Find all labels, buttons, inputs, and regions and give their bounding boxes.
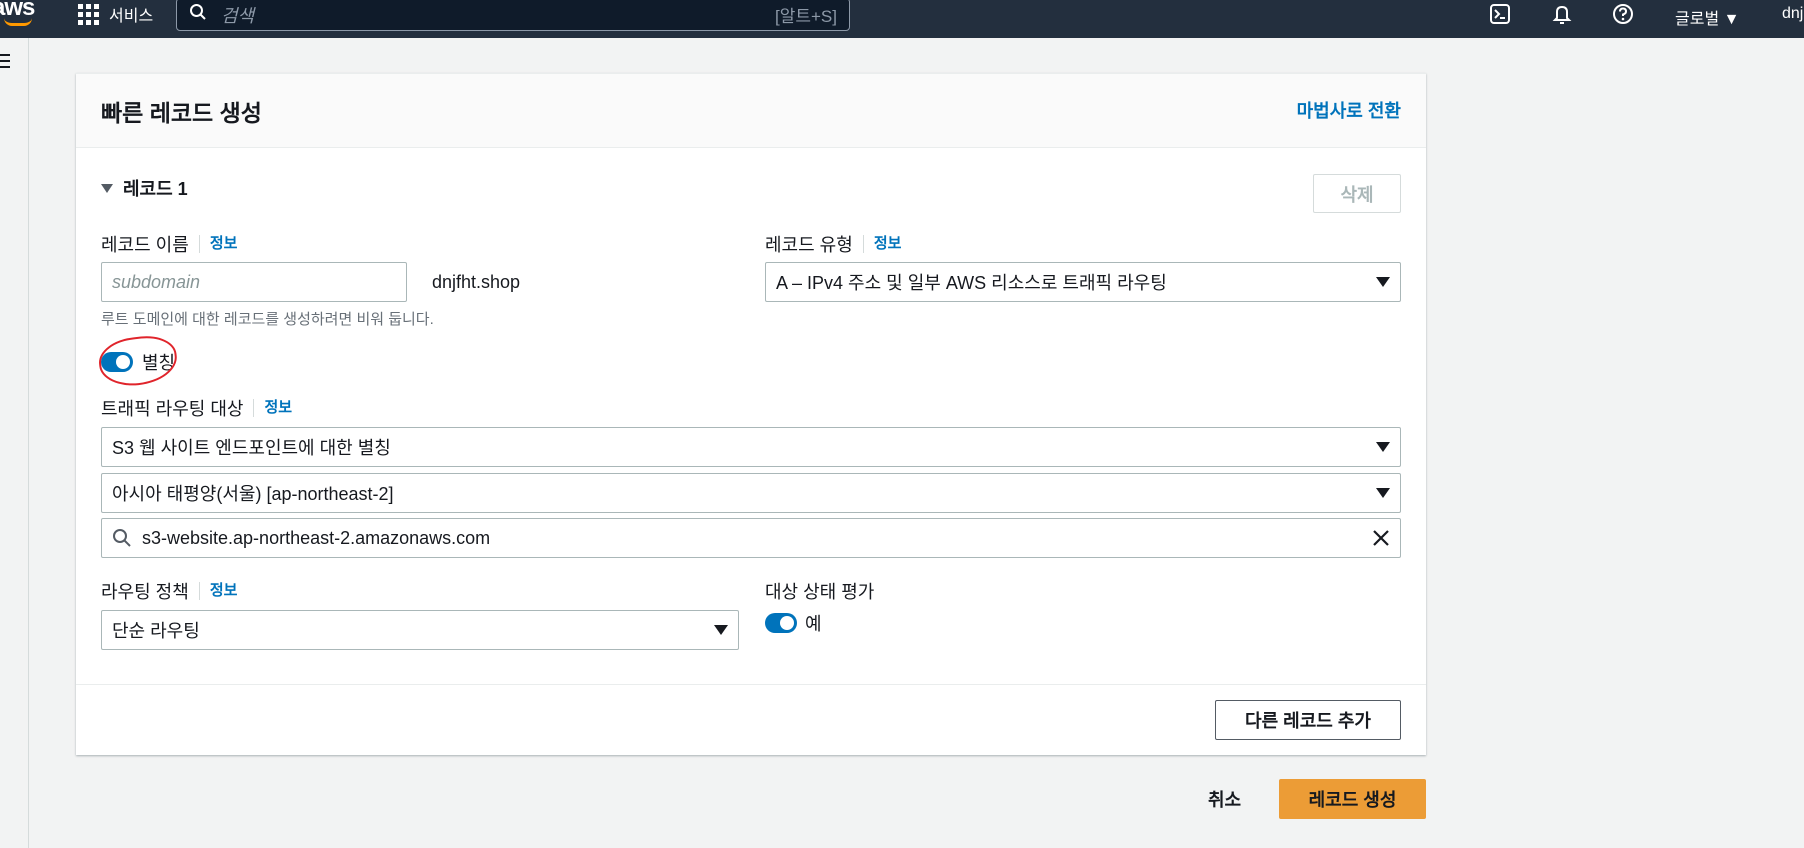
top-navigation: aws 서비스 검색 [알트+S] 글로벌 ▼ dnj [0, 0, 1804, 38]
chevron-down-icon [1376, 488, 1390, 498]
cloudshell-icon[interactable] [1488, 2, 1512, 26]
bell-icon[interactable] [1550, 2, 1574, 26]
endpoint-search-value: s3-website.ap-northeast-2.amazonaws.com [142, 527, 491, 548]
health-evaluation-toggle[interactable] [765, 613, 797, 633]
search-icon [189, 3, 207, 26]
routing-policy-select[interactable]: 단순 라우팅 [101, 610, 739, 650]
routing-policy-info-link[interactable]: 정보 [198, 582, 237, 600]
panel-header: 빠른 레코드 생성 마법사로 전환 [76, 74, 1426, 148]
routing-policy-value: 단순 라우팅 [112, 621, 200, 641]
record-name-info-link[interactable]: 정보 [198, 235, 237, 253]
record-name-hint: 루트 도메인에 대한 레코드를 생성하려면 비워 둡니다. [101, 311, 434, 328]
side-divider [28, 38, 29, 848]
record-type-select[interactable]: A – IPv4 주소 및 일부 AWS 리소스로 트래픽 라우팅 [765, 262, 1401, 302]
endpoint-type-select[interactable]: S3 웹 사이트 엔드포인트에 대한 별칭 [101, 427, 1401, 467]
record-type-value: A – IPv4 주소 및 일부 AWS 리소스로 트래픽 라우팅 [776, 273, 1167, 293]
search-placeholder: 검색 [221, 5, 255, 26]
traffic-target-info-link[interactable]: 정보 [253, 399, 292, 417]
record-type-label: 레코드 유형 정보 [765, 231, 901, 257]
endpoint-type-value: S3 웹 사이트 엔드포인트에 대한 별칭 [112, 438, 391, 458]
grid-icon [78, 3, 99, 25]
health-evaluation-label: 대상 상태 평가 [765, 582, 875, 602]
record-name-label-text: 레코드 이름 [101, 235, 189, 255]
chevron-down-icon [714, 625, 728, 635]
region-selector[interactable]: 글로벌 ▼ [1675, 5, 1739, 29]
record-name-input[interactable]: subdomain [101, 262, 407, 302]
search-shortcut: [알트+S] [775, 7, 837, 26]
record-name-label: 레코드 이름 정보 [101, 231, 237, 257]
delete-button[interactable]: 삭제 [1313, 174, 1401, 213]
panel-title: 빠른 레코드 생성 [101, 100, 262, 126]
help-icon[interactable] [1611, 2, 1635, 26]
menu-icon[interactable] [0, 54, 10, 72]
create-records-button[interactable]: 레코드 생성 [1279, 779, 1426, 819]
panel-divider [76, 684, 1426, 685]
chevron-down-icon [1376, 442, 1390, 452]
chevron-down-icon [1376, 277, 1390, 287]
record-type-info-link[interactable]: 정보 [862, 235, 901, 253]
routing-policy-label: 라우팅 정책 정보 [101, 578, 237, 604]
aws-logo-smile [4, 18, 32, 26]
region-value: 아시아 태평양(서울) [ap-northeast-2] [112, 484, 394, 504]
clear-icon[interactable] [1372, 529, 1390, 547]
cancel-button[interactable]: 취소 [1208, 786, 1241, 812]
health-evaluation-toggle-label: 예 [805, 614, 822, 634]
switch-to-wizard-link[interactable]: 마법사로 전환 [1297, 97, 1401, 123]
account-menu[interactable]: dnj [1782, 5, 1803, 23]
traffic-target-label: 트래픽 라우팅 대상 정보 [101, 395, 292, 421]
domain-suffix: dnjfht.shop [432, 272, 521, 292]
record-type-label-text: 레코드 유형 [765, 235, 853, 255]
region-select[interactable]: 아시아 태평양(서울) [ap-northeast-2] [101, 473, 1401, 513]
quick-create-record-panel: 빠른 레코드 생성 마법사로 전환 레코드 1 삭제 레코드 이름 정보 sub… [76, 73, 1426, 755]
services-menu-button[interactable]: 서비스 [78, 0, 153, 28]
record-1-expander[interactable]: 레코드 1 [101, 175, 188, 201]
services-label: 서비스 [109, 8, 154, 25]
global-search-input[interactable]: 검색 [알트+S] [176, 0, 850, 31]
routing-policy-label-text: 라우팅 정책 [101, 582, 189, 602]
next-section-title-cut [100, 840, 280, 848]
search-icon [112, 528, 132, 548]
traffic-target-label-text: 트래픽 라우팅 대상 [101, 399, 244, 419]
add-another-record-button[interactable]: 다른 레코드 추가 [1215, 700, 1401, 740]
endpoint-search-input[interactable]: s3-website.ap-northeast-2.amazonaws.com [101, 518, 1401, 558]
record-section-title: 레코드 1 [123, 179, 188, 199]
record-name-placeholder: subdomain [112, 271, 201, 292]
caret-down-icon [101, 183, 113, 193]
